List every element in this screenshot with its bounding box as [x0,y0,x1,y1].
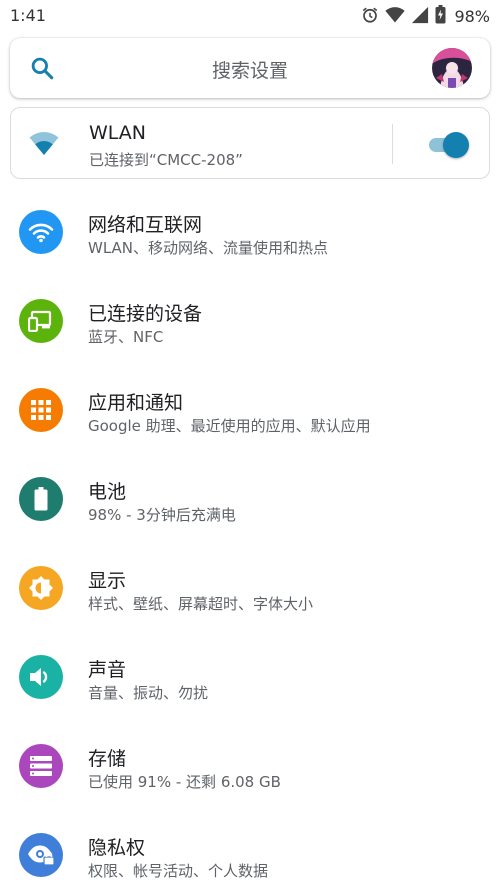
battery-icon [19,477,63,521]
status-icons: 98% [361,5,490,28]
wlan-toggle[interactable] [427,131,469,158]
apps-grid-icon [19,388,63,432]
item-subtitle: Google 助理、最近使用的应用、默认应用 [88,417,371,435]
settings-item-storage[interactable]: 存储 已使用 91% - 还剩 6.08 GB [0,724,500,813]
toggle-thumb [443,132,469,158]
battery-percent: 98% [454,7,490,26]
item-subtitle: 98% - 3分钟后充满电 [88,506,236,524]
item-subtitle: 蓝牙、NFC [88,328,164,346]
settings-item-privacy[interactable]: 隐私权 权限、帐号活动、个人数据 [0,813,500,888]
wlan-card[interactable]: WLAN 已连接到“CMCC-208” [10,107,490,179]
item-subtitle: 已使用 91% - 还剩 6.08 GB [88,773,281,791]
item-title: 隐私权 [88,837,146,859]
search-placeholder[interactable]: 搜索设置 [10,56,490,83]
battery-icon [435,5,446,28]
status-bar: 1:41 98% [0,0,500,32]
settings-item-battery[interactable]: 电池 98% - 3分钟后充满电 [0,457,500,546]
item-subtitle: 音量、振动、勿扰 [88,684,209,702]
settings-item-network[interactable]: 网络和互联网 WLAN、移动网络、流量使用和热点 [0,190,500,279]
settings-list: 网络和互联网 WLAN、移动网络、流量使用和热点 已连接的设备 蓝牙、NFC 应… [0,190,500,888]
devices-icon [19,299,63,343]
item-title: 已连接的设备 [88,303,203,325]
divider [392,124,393,164]
wifi-icon [19,210,63,254]
settings-item-apps[interactable]: 应用和通知 Google 助理、最近使用的应用、默认应用 [0,368,500,457]
settings-item-connected-devices[interactable]: 已连接的设备 蓝牙、NFC [0,279,500,368]
wlan-status: 已连接到“CMCC-208” [89,151,243,169]
privacy-eye-icon [19,833,63,877]
item-title: 应用和通知 [88,392,184,414]
item-subtitle: 样式、壁纸、屏幕超时、字体大小 [88,595,314,613]
item-title: 网络和互联网 [88,214,203,236]
alarm-icon [361,6,379,28]
settings-item-sound[interactable]: 声音 音量、振动、勿扰 [0,635,500,724]
wifi-icon [385,6,406,28]
wifi-icon [29,130,59,160]
item-title: 存储 [88,748,127,770]
item-title: 显示 [88,570,127,592]
search-bar[interactable]: 搜索设置 [10,38,490,98]
item-subtitle: WLAN、移动网络、流量使用和热点 [88,239,329,257]
cellular-signal-icon [411,6,429,28]
brightness-icon [19,566,63,610]
item-title: 电池 [88,481,127,503]
settings-item-display[interactable]: 显示 样式、壁纸、屏幕超时、字体大小 [0,546,500,635]
volume-icon [19,655,63,699]
avatar[interactable] [432,48,472,88]
wlan-title: WLAN [89,122,147,144]
status-time: 1:41 [10,6,46,25]
item-subtitle: 权限、帐号活动、个人数据 [88,862,269,880]
storage-icon [19,744,63,788]
item-title: 声音 [88,659,127,681]
